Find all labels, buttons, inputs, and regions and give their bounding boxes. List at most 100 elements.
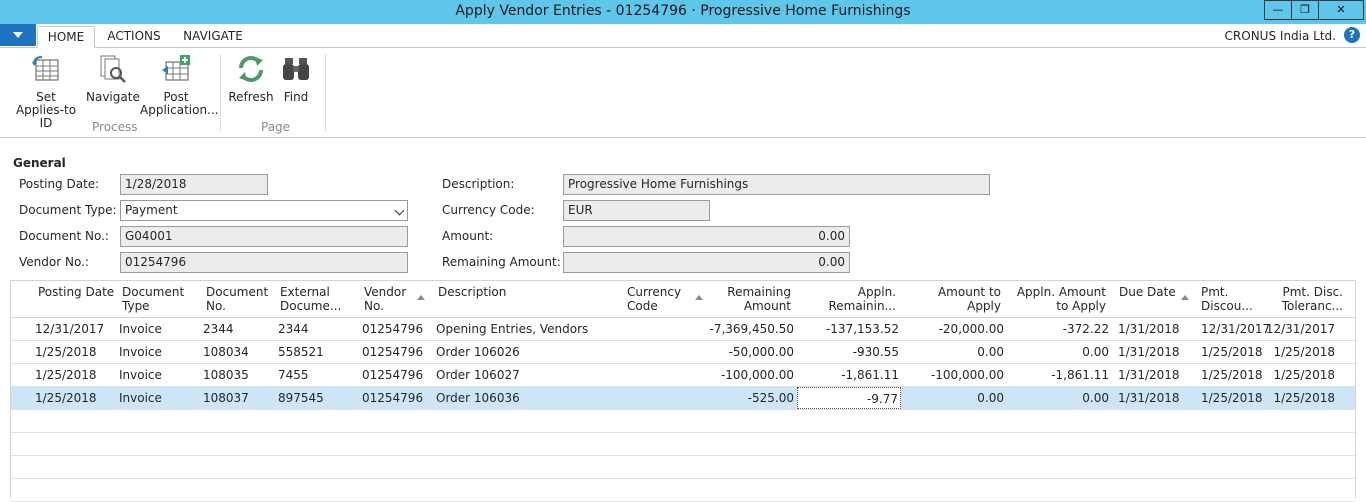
- posting-date-label: Posting Date:: [19, 177, 100, 191]
- document-no-field[interactable]: G04001: [120, 226, 408, 247]
- cell-pmt-discount-date[interactable]: 1/25/2018: [1201, 391, 1263, 405]
- cell-document-no[interactable]: 108037: [203, 391, 249, 405]
- cell-external-doc[interactable]: 2344: [278, 322, 309, 336]
- cell-description[interactable]: Order 106036: [436, 391, 520, 405]
- cell-amount-to-apply[interactable]: 0.00: [977, 391, 1004, 405]
- col-header-pmt-disc-tolerance[interactable]: Pmt. Disc. Toleranc...: [1261, 285, 1343, 313]
- cell-due-date[interactable]: 1/31/2018: [1118, 345, 1180, 359]
- posting-date-field[interactable]: 1/28/2018: [120, 174, 268, 195]
- help-icon[interactable]: ?: [1344, 27, 1360, 43]
- find-button[interactable]: Find: [278, 54, 314, 104]
- document-type-select[interactable]: Payment: [120, 200, 408, 221]
- table-row[interactable]: 12/31/2017 Invoice 2344 2344 01254796 Opening…: [11, 318, 1355, 341]
- cell-description[interactable]: Opening Entries, Vendors: [436, 322, 588, 336]
- cell-pmt-discount-date[interactable]: 12/31/2017: [1201, 322, 1270, 336]
- cell-document-type[interactable]: Invoice: [119, 391, 162, 405]
- col-header-posting-date[interactable]: Posting Date: [38, 285, 114, 299]
- cell-vendor-no[interactable]: 01254796: [362, 391, 423, 405]
- col-header-appln-amount-to-apply[interactable]: Appln. Amount to Apply: [1006, 285, 1106, 313]
- cell-posting-date[interactable]: 1/25/2018: [35, 368, 97, 382]
- minimize-button[interactable]: —: [1264, 0, 1292, 20]
- table-row[interactable]: 1/25/2018 Invoice 108037 897545 01254796 Orde…: [11, 387, 1355, 410]
- cell-due-date[interactable]: 1/31/2018: [1118, 391, 1180, 405]
- col-header-pmt-discount-date[interactable]: Pmt. Discou...: [1201, 285, 1253, 313]
- cell-document-no[interactable]: 108034: [203, 345, 249, 359]
- post-application-button[interactable]: Post Application...: [140, 54, 219, 117]
- col-header-document-type[interactable]: Document Type: [122, 285, 184, 313]
- cell-appln-remaining[interactable]: -9.77: [797, 387, 901, 409]
- cell-posting-date[interactable]: 1/25/2018: [35, 391, 97, 405]
- description-field[interactable]: Progressive Home Furnishings: [563, 174, 990, 195]
- cell-due-date[interactable]: 1/31/2018: [1118, 322, 1180, 336]
- cell-posting-date[interactable]: 12/31/2017: [35, 322, 104, 336]
- tab-actions[interactable]: ACTIONS: [100, 26, 168, 48]
- table-row[interactable]: 1/25/2018 Invoice 108034 558521 01254796 Orde…: [11, 341, 1355, 364]
- navigate-button[interactable]: Navigate: [86, 54, 140, 104]
- cell-due-date[interactable]: 1/31/2018: [1118, 368, 1180, 382]
- cell-posting-date[interactable]: 1/25/2018: [35, 345, 97, 359]
- col-header-remaining-amount[interactable]: Remaining Amount: [711, 285, 791, 313]
- vendor-entries-table: Posting Date Document Type Document No. Ex…: [10, 280, 1356, 502]
- table-row[interactable]: [11, 433, 1355, 456]
- col-header-external-doc[interactable]: External Docume...: [280, 285, 341, 313]
- amount-field[interactable]: 0.00: [563, 226, 850, 247]
- cell-external-doc[interactable]: 558521: [278, 345, 324, 359]
- close-button[interactable]: ✕: [1318, 0, 1364, 20]
- cell-amount-to-apply[interactable]: -20,000.00: [939, 322, 1004, 336]
- col-header-due-date[interactable]: Due Date: [1119, 285, 1176, 299]
- cell-appln-remaining[interactable]: -1,861.11: [841, 368, 899, 382]
- find-icon: [283, 58, 309, 80]
- cell-document-type[interactable]: Invoice: [119, 345, 162, 359]
- table-row[interactable]: [11, 479, 1355, 502]
- table-row[interactable]: 1/25/2018 Invoice 108035 7455 01254796 Order …: [11, 364, 1355, 387]
- cell-description[interactable]: Order 106026: [436, 345, 520, 359]
- cell-pmt-discount-date[interactable]: 1/25/2018: [1201, 345, 1263, 359]
- col-header-amount-to-apply[interactable]: Amount to Apply: [901, 285, 1001, 313]
- close-icon: ✕: [1336, 3, 1346, 16]
- cell-description[interactable]: Order 106027: [436, 368, 520, 382]
- restore-button[interactable]: ❐: [1291, 0, 1319, 20]
- cell-amount-to-apply[interactable]: -100,000.00: [931, 368, 1004, 382]
- cell-remaining-amount[interactable]: -7,369,450.50: [710, 322, 795, 336]
- cell-appln-amount-to-apply[interactable]: 0.00: [1082, 345, 1109, 359]
- cell-document-no[interactable]: 108035: [203, 368, 249, 382]
- cell-remaining-amount[interactable]: -50,000.00: [729, 345, 794, 359]
- cell-amount-to-apply[interactable]: 0.00: [977, 345, 1004, 359]
- cell-appln-remaining[interactable]: -930.55: [853, 345, 899, 359]
- cell-remaining-amount[interactable]: -525.00: [748, 391, 794, 405]
- cell-appln-amount-to-apply[interactable]: 0.00: [1082, 391, 1109, 405]
- cell-external-doc[interactable]: 897545: [278, 391, 324, 405]
- app-menu-button[interactable]: [0, 24, 36, 46]
- cell-vendor-no[interactable]: 01254796: [362, 322, 423, 336]
- cell-document-type[interactable]: Invoice: [119, 368, 162, 382]
- tab-home[interactable]: HOME: [37, 26, 95, 48]
- remaining-amount-field[interactable]: 0.00: [563, 252, 850, 273]
- cell-document-no[interactable]: 2344: [203, 322, 234, 336]
- col-header-appln-remaining[interactable]: Appln. Remainin...: [811, 285, 896, 313]
- refresh-button[interactable]: Refresh: [228, 54, 274, 104]
- table-row[interactable]: [11, 410, 1355, 433]
- col-header-document-no[interactable]: Document No.: [206, 285, 268, 313]
- cell-pmt-disc-tolerance[interactable]: 1/25/2018: [1273, 391, 1335, 405]
- cell-pmt-disc-tolerance[interactable]: 1/25/2018: [1273, 368, 1335, 382]
- vendor-no-field[interactable]: 01254796: [120, 252, 408, 273]
- col-header-vendor-no[interactable]: Vendor No.: [364, 285, 406, 313]
- col-header-currency-code[interactable]: Currency Code: [627, 285, 681, 313]
- cell-pmt-disc-tolerance[interactable]: 1/25/2018: [1273, 345, 1335, 359]
- set-applies-to-id-button[interactable]: Set Applies-to ID: [8, 54, 84, 130]
- tab-navigate[interactable]: NAVIGATE: [176, 26, 250, 48]
- currency-code-field[interactable]: EUR: [563, 200, 710, 221]
- cell-document-type[interactable]: Invoice: [119, 322, 162, 336]
- title-bar: Apply Vendor Entries - 01254796 · Progre…: [0, 0, 1366, 24]
- cell-remaining-amount[interactable]: -100,000.00: [721, 368, 794, 382]
- table-row[interactable]: [11, 456, 1355, 479]
- cell-appln-amount-to-apply[interactable]: -372.22: [1063, 322, 1109, 336]
- cell-appln-remaining[interactable]: -137,153.52: [826, 322, 899, 336]
- cell-external-doc[interactable]: 7455: [278, 368, 309, 382]
- cell-vendor-no[interactable]: 01254796: [362, 345, 423, 359]
- cell-pmt-discount-date[interactable]: 1/25/2018: [1201, 368, 1263, 382]
- cell-vendor-no[interactable]: 01254796: [362, 368, 423, 382]
- cell-appln-amount-to-apply[interactable]: -1,861.11: [1051, 368, 1109, 382]
- col-header-description[interactable]: Description: [438, 285, 506, 299]
- cell-pmt-disc-tolerance[interactable]: 12/31/2017: [1266, 322, 1335, 336]
